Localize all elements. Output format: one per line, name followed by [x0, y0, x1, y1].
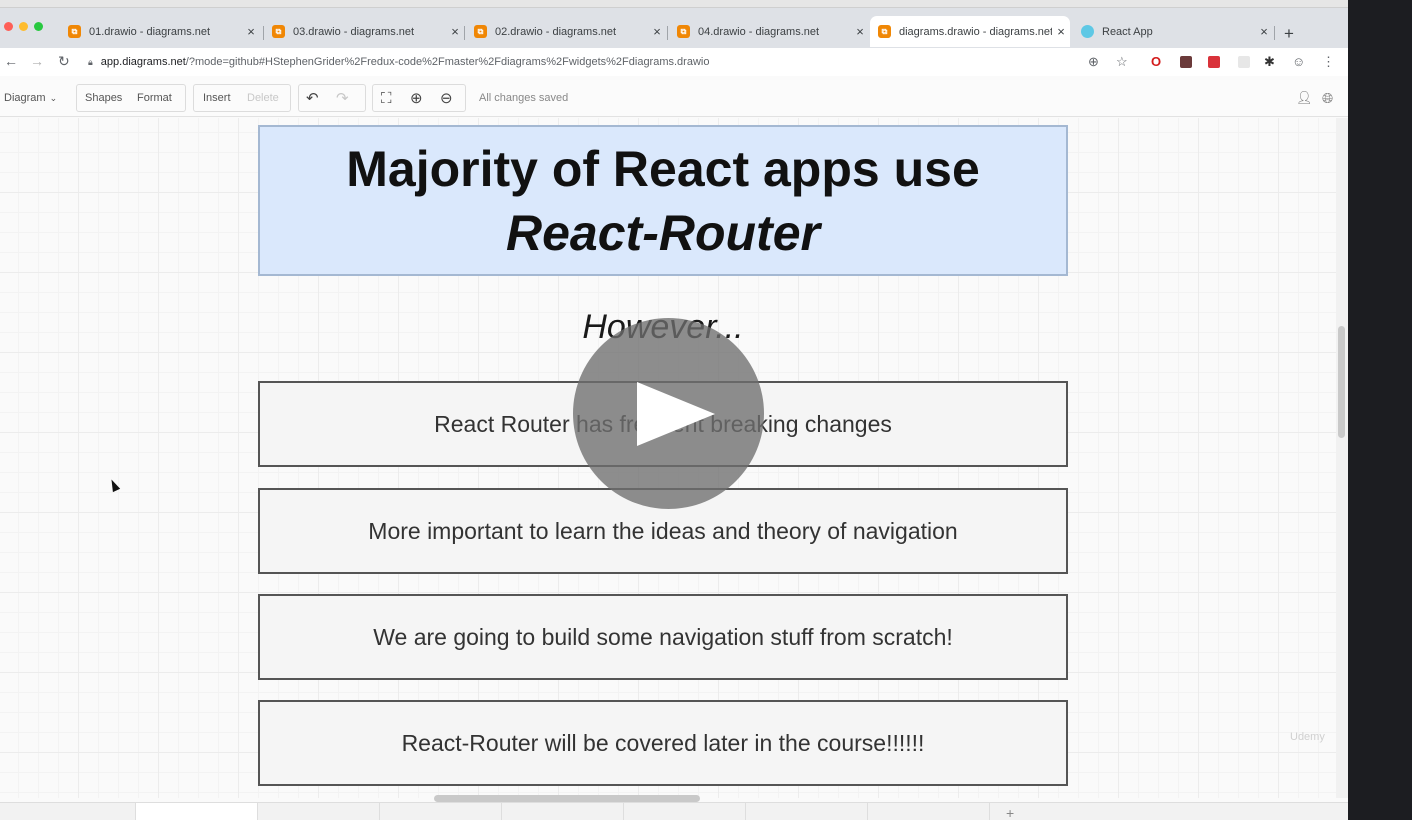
- udemy-watermark: Udemy: [1290, 731, 1325, 743]
- drawio-icon: ⧉: [677, 25, 690, 38]
- mac-menu-bar: [0, 0, 1348, 8]
- horizontal-scroll-thumb[interactable]: [434, 795, 700, 802]
- reload-icon[interactable]: ↻: [58, 53, 70, 70]
- title-shape[interactable]: Majority of React apps use React-Router: [258, 125, 1068, 276]
- add-page-button[interactable]: +: [1006, 805, 1014, 820]
- browser-tab[interactable]: ⧉ 03.drawio - diagrams.net ×: [264, 16, 464, 47]
- page-tab-active[interactable]: [136, 803, 258, 820]
- diagram-menu-label: Diagram: [4, 92, 46, 104]
- url-field[interactable]: 🔒︎ app.diagrams.net /?mode=github#HSteph…: [88, 51, 1148, 73]
- browser-tab[interactable]: ⧉ 01.drawio - diagrams.net ×: [60, 16, 260, 47]
- save-status: All changes saved: [479, 92, 569, 104]
- bookmark-star-icon[interactable]: ☆: [1116, 54, 1128, 70]
- page-tab[interactable]: [380, 803, 502, 820]
- install-app-icon[interactable]: ⊕: [1088, 54, 1099, 70]
- page-tabs-bar: +: [0, 802, 1348, 820]
- close-icon[interactable]: ×: [851, 24, 869, 39]
- browser-tab-active[interactable]: ⧉ diagrams.drawio - diagrams.net ×: [870, 16, 1070, 47]
- tab-separator: [464, 26, 465, 40]
- close-icon[interactable]: ×: [1052, 24, 1070, 39]
- tab-title: React App: [1102, 25, 1153, 38]
- browser-tab[interactable]: ⧉ 02.drawio - diagrams.net ×: [466, 16, 666, 47]
- title-text-line1: Majority of React apps use: [346, 140, 980, 197]
- insert-button[interactable]: Insert: [203, 83, 231, 113]
- page-tab[interactable]: [14, 803, 136, 820]
- close-icon[interactable]: ×: [242, 24, 260, 39]
- browser-window: ⧉ 01.drawio - diagrams.net × ⧉ 03.drawio…: [0, 0, 1348, 820]
- lock-icon: 🔒︎: [88, 56, 93, 67]
- reason-text: We are going to build some navigation st…: [373, 623, 953, 650]
- forward-arrow-icon[interactable]: →: [30, 53, 44, 69]
- play-button[interactable]: [573, 318, 764, 509]
- drawio-icon: ⧉: [878, 25, 891, 38]
- undo-icon[interactable]: ↶: [306, 83, 319, 113]
- vertical-scrollbar[interactable]: [1336, 118, 1348, 798]
- extension-icon[interactable]: [1180, 56, 1192, 68]
- extension-icon[interactable]: [1238, 56, 1250, 68]
- drawio-icon: ⧉: [68, 25, 81, 38]
- extension-icon[interactable]: [1208, 56, 1220, 68]
- share-user-icon[interactable]: 👤︎: [1296, 83, 1313, 113]
- tab-title: 03.drawio - diagrams.net: [293, 25, 415, 38]
- browser-tab[interactable]: ⧉ 04.drawio - diagrams.net ×: [669, 16, 869, 47]
- page-tab[interactable]: [624, 803, 746, 820]
- profile-avatar-icon[interactable]: ☺: [1292, 54, 1305, 69]
- close-icon[interactable]: ×: [1255, 24, 1273, 39]
- fullscreen-icon[interactable]: ⛶: [381, 83, 392, 113]
- zoom-in-icon[interactable]: ⊕: [410, 83, 423, 113]
- reason-box[interactable]: React-Router will be covered later in th…: [258, 700, 1068, 786]
- delete-button[interactable]: Delete: [247, 83, 279, 113]
- page-tab[interactable]: [502, 803, 624, 820]
- redo-icon[interactable]: ↷: [336, 83, 349, 113]
- reason-text: More important to learn the ideas and th…: [368, 517, 958, 544]
- vertical-scroll-thumb[interactable]: [1338, 326, 1345, 438]
- url-host: app.diagrams.net: [100, 56, 186, 68]
- page-tab[interactable]: [258, 803, 380, 820]
- page-tab[interactable]: [868, 803, 990, 820]
- video-side-panel: [1348, 0, 1412, 820]
- tab-title: 01.drawio - diagrams.net: [89, 25, 211, 38]
- url-path: /?mode=github#HStephenGrider%2Fredux-cod…: [185, 56, 710, 68]
- page-tab[interactable]: [746, 803, 868, 820]
- tab-separator: [1274, 26, 1275, 40]
- drawio-icon: ⧉: [474, 25, 487, 38]
- back-arrow-icon[interactable]: ←: [4, 53, 18, 69]
- puzzle-extensions-icon[interactable]: ✱: [1264, 54, 1275, 70]
- language-globe-icon[interactable]: 🌐︎: [1322, 83, 1333, 113]
- browser-tab[interactable]: React App ×: [1073, 16, 1273, 47]
- chevron-down-icon: ⌄: [49, 92, 58, 103]
- tab-separator: [667, 26, 668, 40]
- opera-extension-icon[interactable]: O: [1151, 54, 1161, 69]
- close-icon[interactable]: ×: [648, 24, 666, 39]
- reason-box[interactable]: We are going to build some navigation st…: [258, 594, 1068, 680]
- react-icon: [1081, 25, 1094, 38]
- close-icon[interactable]: ×: [446, 24, 464, 39]
- shapes-button[interactable]: Shapes: [85, 83, 122, 113]
- new-tab-button[interactable]: +: [1284, 24, 1294, 44]
- minimize-window-button[interactable]: [19, 22, 28, 31]
- title-text-line2: React-Router: [506, 204, 820, 261]
- tab-title: 04.drawio - diagrams.net: [698, 25, 820, 38]
- play-icon: [636, 381, 715, 446]
- close-window-button[interactable]: [4, 22, 13, 31]
- tab-strip: ⧉ 01.drawio - diagrams.net × ⧉ 03.drawio…: [0, 8, 1348, 48]
- address-bar-row: ← → ↻ 🔒︎ app.diagrams.net /?mode=github#…: [0, 48, 1348, 76]
- reason-text: React-Router will be covered later in th…: [401, 729, 925, 756]
- zoom-out-icon[interactable]: ⊖: [440, 83, 453, 113]
- maximize-window-button[interactable]: [34, 22, 43, 31]
- format-button[interactable]: Format: [137, 83, 172, 113]
- more-menu-icon[interactable]: ⋮: [1322, 54, 1335, 70]
- tab-title: 02.drawio - diagrams.net: [495, 25, 617, 38]
- diagram-menu-button[interactable]: Diagram ⌄: [4, 83, 57, 113]
- drawio-icon: ⧉: [272, 25, 285, 38]
- tab-title: diagrams.drawio - diagrams.net: [899, 25, 1052, 38]
- drawio-toolbar: Diagram ⌄ Shapes Format Insert Delete ↶ …: [0, 80, 1348, 117]
